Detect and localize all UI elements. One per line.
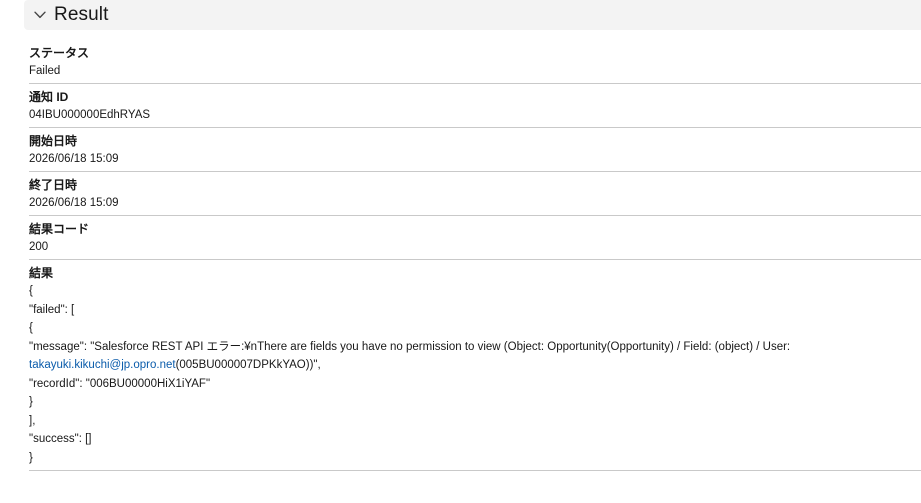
field-label-start-time: 開始日時 xyxy=(29,134,78,148)
field-result-code: 結果コード 200 xyxy=(29,216,921,260)
field-label-status: ステータス xyxy=(29,46,90,60)
result-section-header[interactable]: Result xyxy=(24,0,921,30)
json-line: { xyxy=(29,285,33,297)
field-value-notification-id: 04IBU000000EdhRYAS xyxy=(29,109,151,121)
user-id-text: (005BU000007DPKkYAO))", xyxy=(175,359,321,371)
json-line-success: "success": [] xyxy=(29,433,92,445)
field-value-result-code: 200 xyxy=(29,241,49,253)
field-label-end-time: 終了日時 xyxy=(29,178,78,192)
field-start-time: 開始日時 2026/06/18 15:09 xyxy=(29,128,921,172)
chevron-down-icon[interactable] xyxy=(32,7,48,23)
json-line: } xyxy=(29,451,33,464)
result-json: { "failed": [ { "message": "Salesforce R… xyxy=(29,282,921,467)
field-label-result: 結果 xyxy=(29,266,54,280)
field-status: ステータス Failed xyxy=(29,40,921,84)
json-line: } xyxy=(29,396,33,408)
field-result: 結果 { "failed": [ { "message": "Salesforc… xyxy=(29,260,921,471)
json-line-user: takayuki.kikuchi@jp.opro.net(005BU000007… xyxy=(29,356,921,375)
field-label-notification-id: 通知 ID xyxy=(29,90,69,104)
json-line: ], xyxy=(29,414,36,427)
result-fields: ステータス Failed 通知 ID 04IBU000000EdhRYAS 開始… xyxy=(24,30,921,471)
json-line: { xyxy=(29,322,33,334)
field-notification-id: 通知 ID 04IBU000000EdhRYAS xyxy=(29,84,921,128)
json-line-record-id: "recordId": "006BU00000HiX1iYAF" xyxy=(29,377,211,390)
field-value-end-time: 2026/06/18 15:09 xyxy=(29,197,119,209)
json-line-message: "message": "Salesforce REST API エラー:¥nTh… xyxy=(29,340,791,353)
section-title: Result xyxy=(54,4,109,25)
page: Result ステータス Failed 通知 ID 04IBU000000Edh… xyxy=(0,0,921,503)
json-line: "failed": [ xyxy=(29,303,75,316)
field-label-result-code: 結果コード xyxy=(29,222,90,236)
field-value-start-time: 2026/06/18 15:09 xyxy=(29,153,119,165)
field-end-time: 終了日時 2026/06/18 15:09 xyxy=(29,172,921,216)
user-email-link[interactable]: takayuki.kikuchi@jp.opro.net xyxy=(29,359,176,371)
field-value-status: Failed xyxy=(29,65,61,77)
